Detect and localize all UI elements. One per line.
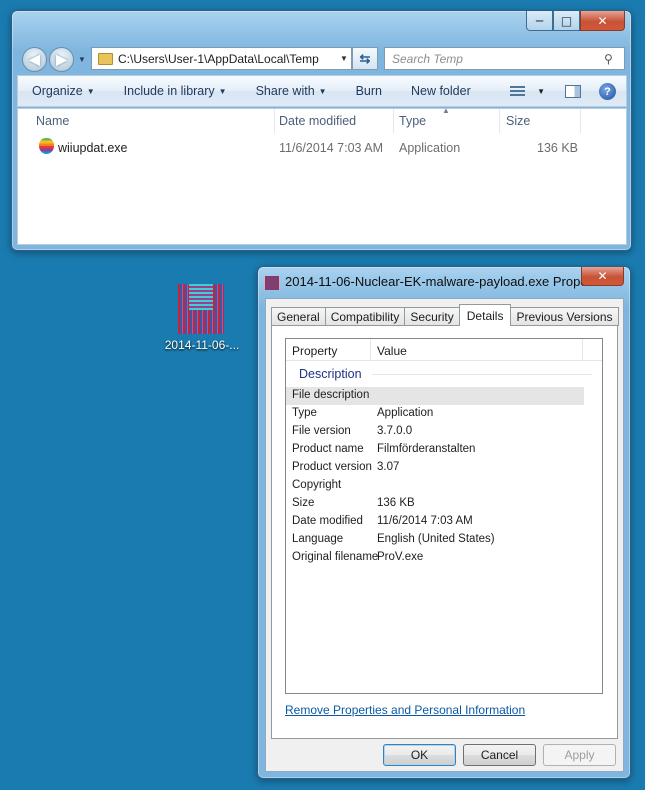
dialog-body: General Compatibility Security Details P… xyxy=(265,298,624,772)
property-key: Copyright xyxy=(292,479,342,491)
column-date-modified[interactable]: Date modified xyxy=(279,114,356,128)
property-value: English (United States) xyxy=(377,533,495,545)
details-list[interactable]: Property Value Description File descript… xyxy=(285,338,603,694)
description-group: Description xyxy=(286,361,602,387)
burn-button[interactable]: Burn xyxy=(356,84,382,98)
column-name[interactable]: Name xyxy=(36,114,69,128)
desktop-file-label: 2014-11-06-... xyxy=(164,338,240,352)
refresh-button[interactable]: ⇆ xyxy=(352,47,378,70)
file-date: 11/6/2014 7:03 AM xyxy=(279,141,384,155)
column-type[interactable]: Type xyxy=(399,114,426,128)
property-row[interactable]: Copyright xyxy=(286,477,602,495)
dialog-buttons: OK Cancel Apply xyxy=(266,744,625,768)
organize-menu[interactable]: Organize ▼ xyxy=(32,84,95,98)
search-icon[interactable]: ⚲ xyxy=(604,52,624,66)
folder-icon xyxy=(98,52,113,65)
explorer-window: ─ □ ✕ ◀ ▶ ▼ C:\Users\User-1\AppData\Loca… xyxy=(11,10,632,251)
tab-general[interactable]: General xyxy=(271,307,326,326)
property-key: Type xyxy=(292,407,317,419)
property-row[interactable]: Original filename ProV.exe xyxy=(286,549,602,567)
include-in-library-menu[interactable]: Include in library ▼ xyxy=(124,84,227,98)
minimize-button[interactable]: ─ xyxy=(526,11,553,31)
sort-arrow-icon: ▲ xyxy=(442,106,450,115)
file-name[interactable]: wiiupdat.exe xyxy=(58,141,128,155)
property-value: Filmförderanstalten xyxy=(377,443,476,455)
apply-button[interactable]: Apply xyxy=(543,744,616,766)
caption-buttons: ─ □ ✕ xyxy=(526,11,625,31)
details-panel: Property Value Description File descript… xyxy=(271,325,618,739)
property-value: 3.7.0.0 xyxy=(377,425,413,437)
close-button[interactable]: ✕ xyxy=(580,11,625,31)
file-size: 136 KB xyxy=(537,141,579,155)
ok-button[interactable]: OK xyxy=(383,744,456,766)
command-bar: Organize ▼ Include in library ▼ Share with… xyxy=(17,75,627,107)
chevron-down-icon: ▼ xyxy=(318,87,327,96)
search-placeholder: Search Temp xyxy=(392,51,463,66)
properties-dialog: 2014-11-06-Nuclear-EK-malware-payload.ex… xyxy=(257,266,631,779)
property-row[interactable]: File version 3.7.0.0 xyxy=(286,423,602,441)
malware-file-icon xyxy=(178,284,224,334)
tab-previous-versions[interactable]: Previous Versions xyxy=(510,307,619,326)
views-dropdown-icon[interactable]: ▼ xyxy=(537,87,545,96)
property-value: 11/6/2014 7:03 AM xyxy=(377,515,473,527)
address-text[interactable]: C:\Users\User-1\AppData\Local\Temp xyxy=(118,52,337,66)
property-value: Application xyxy=(377,407,434,419)
property-key: Size xyxy=(292,497,315,509)
back-button[interactable]: ◀ xyxy=(22,47,47,72)
property-row[interactable]: Product version 3.07 xyxy=(286,459,602,477)
chevron-down-icon: ▼ xyxy=(218,87,227,96)
new-folder-button[interactable]: New folder xyxy=(411,84,471,98)
property-key: Product name xyxy=(292,443,364,455)
recent-pages-dropdown-icon[interactable]: ▼ xyxy=(78,55,86,64)
views-icon[interactable] xyxy=(510,86,526,97)
property-value: 136 KB xyxy=(377,497,415,509)
share-with-menu[interactable]: Share with ▼ xyxy=(256,84,327,98)
property-key: Language xyxy=(292,533,344,545)
file-icon xyxy=(265,276,279,290)
details-rows: File description Type Application File vers… xyxy=(286,387,602,567)
dialog-title: 2014-11-06-Nuclear-EK-malware-payload.ex… xyxy=(285,274,585,289)
property-row[interactable]: Language English (United States) xyxy=(286,531,602,549)
cancel-button[interactable]: Cancel xyxy=(463,744,536,766)
property-key: File version xyxy=(292,425,351,437)
tab-compatibility[interactable]: Compatibility xyxy=(324,307,406,326)
address-bar[interactable]: C:\Users\User-1\AppData\Local\Temp ▼ xyxy=(91,47,352,70)
property-row[interactable]: Size 136 KB xyxy=(286,495,602,513)
property-key: Original filename xyxy=(292,551,379,563)
tab-strip: General Compatibility Security Details P… xyxy=(271,304,619,326)
property-key: File description xyxy=(292,389,370,401)
maximize-button[interactable]: □ xyxy=(553,11,580,31)
value-column[interactable]: Value xyxy=(377,344,407,358)
property-key: Date modified xyxy=(292,515,363,527)
file-row[interactable]: wiiupdat.exe 11/6/2014 7:03 AM Applicati… xyxy=(18,133,626,159)
details-header: Property Value xyxy=(286,339,602,361)
group-label: Description xyxy=(299,367,362,381)
tab-details[interactable]: Details xyxy=(458,304,512,326)
file-type: Application xyxy=(399,141,461,155)
property-row[interactable]: Date modified 11/6/2014 7:03 AM xyxy=(286,513,602,531)
property-row[interactable]: File description xyxy=(286,387,584,405)
property-row[interactable]: Type Application xyxy=(286,405,602,423)
property-column[interactable]: Property xyxy=(292,344,337,358)
remove-properties-link[interactable]: Remove Properties and Personal Informati… xyxy=(285,703,525,717)
forward-button[interactable]: ▶ xyxy=(49,47,74,72)
preview-pane-icon[interactable] xyxy=(565,85,581,98)
column-size[interactable]: Size xyxy=(506,114,530,128)
address-dropdown-icon[interactable]: ▼ xyxy=(337,54,351,63)
property-value: ProV.exe xyxy=(377,551,424,563)
help-icon[interactable]: ? xyxy=(599,83,616,100)
property-row[interactable]: Product name Filmförderanstalten xyxy=(286,441,602,459)
tab-security[interactable]: Security xyxy=(404,307,460,326)
apple-rainbow-icon xyxy=(39,138,54,154)
column-headers: Name Date modified ▲ Type Size xyxy=(18,106,626,133)
file-list: Name Date modified ▲ Type Size wiiupdat.… xyxy=(17,106,627,245)
chevron-down-icon: ▼ xyxy=(86,87,95,96)
close-button[interactable]: ✕ xyxy=(581,267,624,286)
property-value: 3.07 xyxy=(377,461,400,473)
search-input[interactable]: Search Temp ⚲ xyxy=(384,47,625,70)
desktop-file-icon[interactable]: 2014-11-06-... xyxy=(163,274,241,352)
property-key: Product version xyxy=(292,461,372,473)
